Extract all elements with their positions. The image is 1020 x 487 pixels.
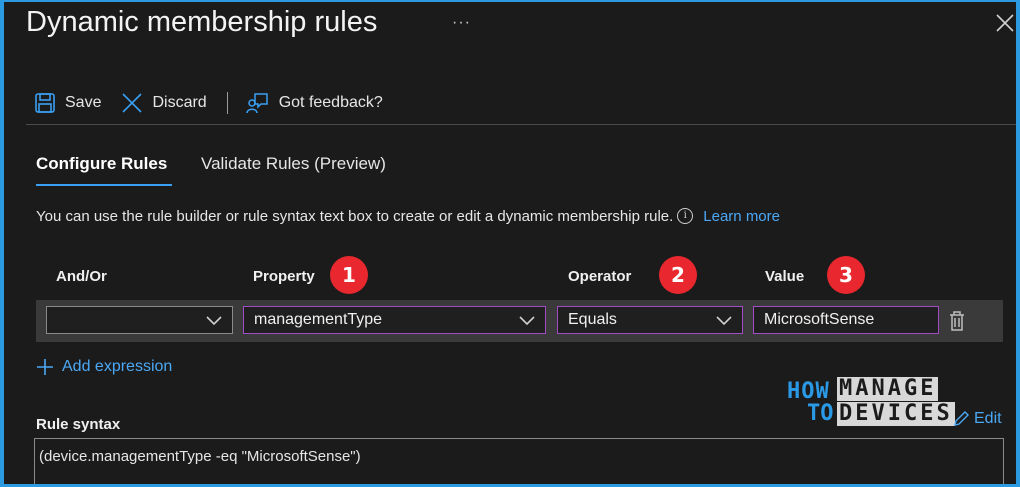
column-header-property: Property xyxy=(253,268,315,285)
save-button[interactable]: Save xyxy=(34,92,101,114)
callout-badge-2: 2 xyxy=(659,256,697,294)
property-value: managementType xyxy=(254,311,383,328)
discard-button[interactable]: Discard xyxy=(121,92,207,114)
learn-more-link[interactable]: Learn more xyxy=(703,208,780,225)
add-expression-label: Add expression xyxy=(62,358,173,375)
feedback-label: Got feedback? xyxy=(278,94,383,111)
add-expression-button[interactable]: Add expression xyxy=(36,358,172,376)
feedback-button[interactable]: Got feedback? xyxy=(245,92,383,114)
description: You can use the rule builder or rule syn… xyxy=(36,208,780,225)
rule-syntax-textbox[interactable]: (device.managementType -eq "MicrosoftSen… xyxy=(34,438,1004,484)
value-text: MicrosoftSense xyxy=(764,311,875,328)
feedback-icon xyxy=(245,93,268,114)
value-input[interactable]: MicrosoftSense xyxy=(753,306,939,334)
operator-dropdown[interactable]: Equals xyxy=(557,306,743,334)
save-icon xyxy=(35,93,55,113)
plus-icon xyxy=(37,359,53,375)
tab-configure-rules[interactable]: Configure Rules xyxy=(36,154,167,174)
active-tab-indicator xyxy=(36,184,172,186)
tab-validate-rules[interactable]: Validate Rules (Preview) xyxy=(201,154,386,174)
chevron-down-icon xyxy=(716,316,732,326)
toolbar-divider-line xyxy=(26,124,1016,125)
delete-icon[interactable] xyxy=(948,310,966,332)
chevron-down-icon xyxy=(206,316,222,326)
info-icon[interactable]: i xyxy=(677,208,694,224)
logo-manage: MANAGE xyxy=(837,376,939,401)
rule-expression-row: managementType Equals MicrosoftSense xyxy=(36,300,1003,342)
logo-to: TO xyxy=(807,401,834,426)
column-header-andor: And/Or xyxy=(56,268,107,285)
callout-badge-3: 3 xyxy=(827,256,865,294)
rule-syntax-label: Rule syntax xyxy=(36,416,121,433)
pencil-icon xyxy=(954,411,969,426)
property-dropdown[interactable]: managementType xyxy=(243,306,546,334)
page-title: Dynamic membership rules xyxy=(26,6,378,38)
description-text: You can use the rule builder or rule syn… xyxy=(36,208,674,225)
dynamic-membership-rules-blade: Dynamic membership rules ··· Save Discar… xyxy=(4,2,1016,484)
command-bar: Save Discard Got feedback? xyxy=(34,88,383,118)
callout-badge-1: 1 xyxy=(330,256,368,294)
save-label: Save xyxy=(65,94,102,111)
column-header-operator: Operator xyxy=(568,268,632,285)
edit-rule-syntax-button[interactable]: Edit xyxy=(952,410,1002,428)
operator-value: Equals xyxy=(568,311,617,328)
discard-label: Discard xyxy=(152,94,207,111)
toolbar-divider xyxy=(226,92,228,114)
more-options-icon[interactable]: ··· xyxy=(452,14,471,32)
chevron-down-icon xyxy=(519,316,535,326)
howtomanagedevices-watermark-logo: HOW TO MANAGE DEVICES xyxy=(787,376,955,429)
discard-icon xyxy=(122,93,143,113)
andor-dropdown[interactable] xyxy=(46,306,233,334)
edit-label: Edit xyxy=(974,410,1002,427)
close-icon[interactable] xyxy=(994,12,1016,34)
column-header-value: Value xyxy=(765,268,805,285)
logo-devices: DEVICES xyxy=(837,401,955,426)
